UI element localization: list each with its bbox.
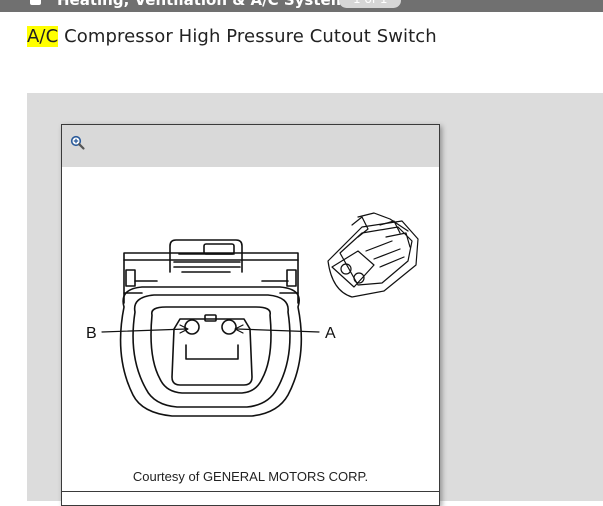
pin-a-label: A [325,325,336,342]
figure-divider [62,491,439,492]
section-checkbox[interactable] [30,0,41,5]
figure-card: B A Courtesy of GENERAL MOTORS CORP. [61,124,440,506]
search-highlight: A/C [27,26,59,47]
connector-diagram: B A [86,212,419,417]
figure-caption: Courtesy of GENERAL MOTORS CORP. [132,469,369,484]
figure-toolbar [62,125,439,167]
connector-3d-view [327,212,419,298]
zoom-in-icon[interactable] [70,135,86,151]
section-header-bar: Heating, Ventilation & A/C System 1 of 1 [0,0,603,12]
connector-latch [169,239,243,273]
document-title-text: Compressor High Pressure Cutout Switch [58,26,437,47]
connector-body [119,252,303,417]
pin-b-label: B [86,325,97,342]
document-title: A/C Compressor High Pressure Cutout Swit… [27,26,437,47]
terminal-cavity [171,314,253,386]
page-indicator-badge: 1 of 1 [339,0,402,8]
section-title[interactable]: Heating, Ventilation & A/C System [57,0,346,9]
